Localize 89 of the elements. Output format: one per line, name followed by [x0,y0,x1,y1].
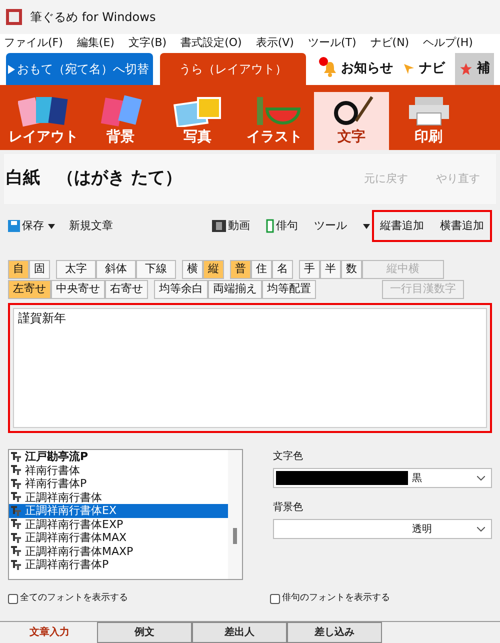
menu-item[interactable]: 編集(E) [76,34,114,52]
format-button[interactable]: 自 [8,260,29,279]
font-list-item[interactable]: 祥南行書体P [9,477,228,490]
background-color-label: 背景色 [273,500,304,515]
font-list-item[interactable]: 正調祥南行書体 [9,490,228,504]
font-list-item[interactable]: 祥南行書体 [9,464,228,477]
star-icon [459,62,473,76]
font-list-item[interactable]: 正調祥南行書体MAX [9,531,228,544]
dropdown-caret-icon[interactable] [363,224,370,228]
save-button[interactable]: 保存 [8,218,44,234]
menu-item[interactable]: ヘルプ(H) [423,34,473,52]
photos-icon [172,95,224,127]
new-button[interactable]: 新規文章 [69,218,113,234]
font-list-item[interactable]: 正調祥南行書体MAXP [9,544,228,558]
category-tab[interactable]: 文字 [314,92,389,150]
cursor-arrow-icon [403,63,415,75]
checkbox[interactable] [8,594,18,604]
haiku-button[interactable]: 俳句 [266,218,298,234]
add-text-button[interactable]: 縦書追加 [380,218,424,234]
format-button[interactable]: 左寄せ [8,280,51,299]
format-button[interactable]: 斜体 [96,260,136,279]
background-color-dropdown[interactable]: 透明 [273,519,492,539]
format-button[interactable]: 下線 [136,260,176,279]
navi-button[interactable]: ナビ [403,53,445,85]
menu-button[interactable]: ツール [314,218,347,234]
switch-side-button[interactable]: おもて（宛て名）へ切替 [6,53,153,85]
format-button[interactable]: 普 [230,260,251,279]
chevron-down-icon [477,526,485,532]
format-button[interactable]: 数 [341,260,362,279]
document-title: 白紙 （はがき たて） [6,167,182,190]
text-input-area[interactable]: 謹賀新年 [13,308,487,428]
truetype-font-icon [11,452,21,462]
format-button[interactable]: 横 [182,260,203,279]
color-cards-icon [98,95,142,127]
format-button[interactable]: 手 [299,260,320,279]
scrollbar-thumb[interactable] [233,528,237,544]
format-button[interactable]: 住 [251,260,272,279]
menu-item[interactable]: ファイル(F) [4,34,63,52]
format-button[interactable]: 均等配置 [262,280,316,299]
font-list-item[interactable]: 江戸勘亭流P [9,450,228,464]
truetype-font-icon [11,519,21,530]
font-list-item[interactable]: 正調祥南行書体EX [9,504,228,518]
text-color-label: 文字色 [273,450,304,464]
play-triangle-icon [8,64,15,74]
menu-item[interactable]: 表示(V) [256,34,294,52]
printer-icon [406,95,450,127]
menu-item[interactable]: ツール(T) [308,34,356,52]
font-list-item[interactable]: 正調祥南行書体P [9,558,228,572]
truetype-font-icon [11,465,21,476]
format-button[interactable]: 縦 [203,260,224,279]
video-button[interactable]: 動画 [212,218,250,234]
help-button[interactable]: 補 [455,53,494,85]
add-text-button[interactable]: 横書追加 [440,218,484,234]
format-button[interactable]: 右寄せ [105,280,148,299]
app-logo-icon [6,9,22,25]
menu-item[interactable]: 文字(B) [128,34,167,52]
checkbox[interactable] [270,594,280,604]
font-list-item[interactable]: 正調祥南行書体EXP [9,518,228,531]
font-list[interactable]: 江戸勘亭流P 祥南行書体 祥南行書体P 正調祥南行書体 正調祥南行書体EX 正調祥南行書体EXP 正調祥南行書体MAX 正調祥南行書体MAXP 正調祥南行書体P [8,449,243,580]
format-button[interactable]: 太字 [56,260,96,279]
postcards-icon [18,95,70,127]
truetype-font-icon [11,546,21,556]
layout-tab[interactable]: うら（レイアウト） [160,53,306,85]
font-filter-checkbox[interactable]: 俳句のフォントを表示する [270,592,390,606]
chevron-down-icon [477,476,485,480]
menu-item[interactable]: 書式設定(O) [180,34,242,52]
bottom-tab[interactable]: 例文 [97,622,192,643]
notice-button[interactable]: お知らせ [323,53,393,85]
tanzaku-icon [266,219,274,233]
format-button[interactable]: 名 [272,260,293,279]
bottom-tab[interactable]: 差し込み [287,622,382,643]
bell-icon [323,61,337,77]
dropdown-caret-icon[interactable] [48,224,55,228]
truetype-font-icon [11,478,21,489]
window-title: 筆ぐるめ for Windows [30,9,156,26]
film-icon [212,220,226,232]
truetype-font-icon [11,532,21,543]
menu-item[interactable]: ナビ(N) [370,34,410,52]
format-button[interactable]: 固 [29,260,50,279]
text-color-dropdown[interactable]: 黒 [273,468,492,488]
font-filter-checkbox[interactable]: 全てのフォントを表示する [8,592,270,606]
truetype-font-icon [11,492,21,502]
format-button[interactable]: 両端揃え [208,280,262,299]
format-button[interactable]: 均等余白 [154,280,208,299]
format-button[interactable]: 半 [320,260,341,279]
bottom-tab[interactable]: 差出人 [192,622,287,643]
format-button[interactable]: 中央寄せ [51,280,105,299]
truetype-font-icon [11,506,21,516]
truetype-font-icon [11,560,21,570]
